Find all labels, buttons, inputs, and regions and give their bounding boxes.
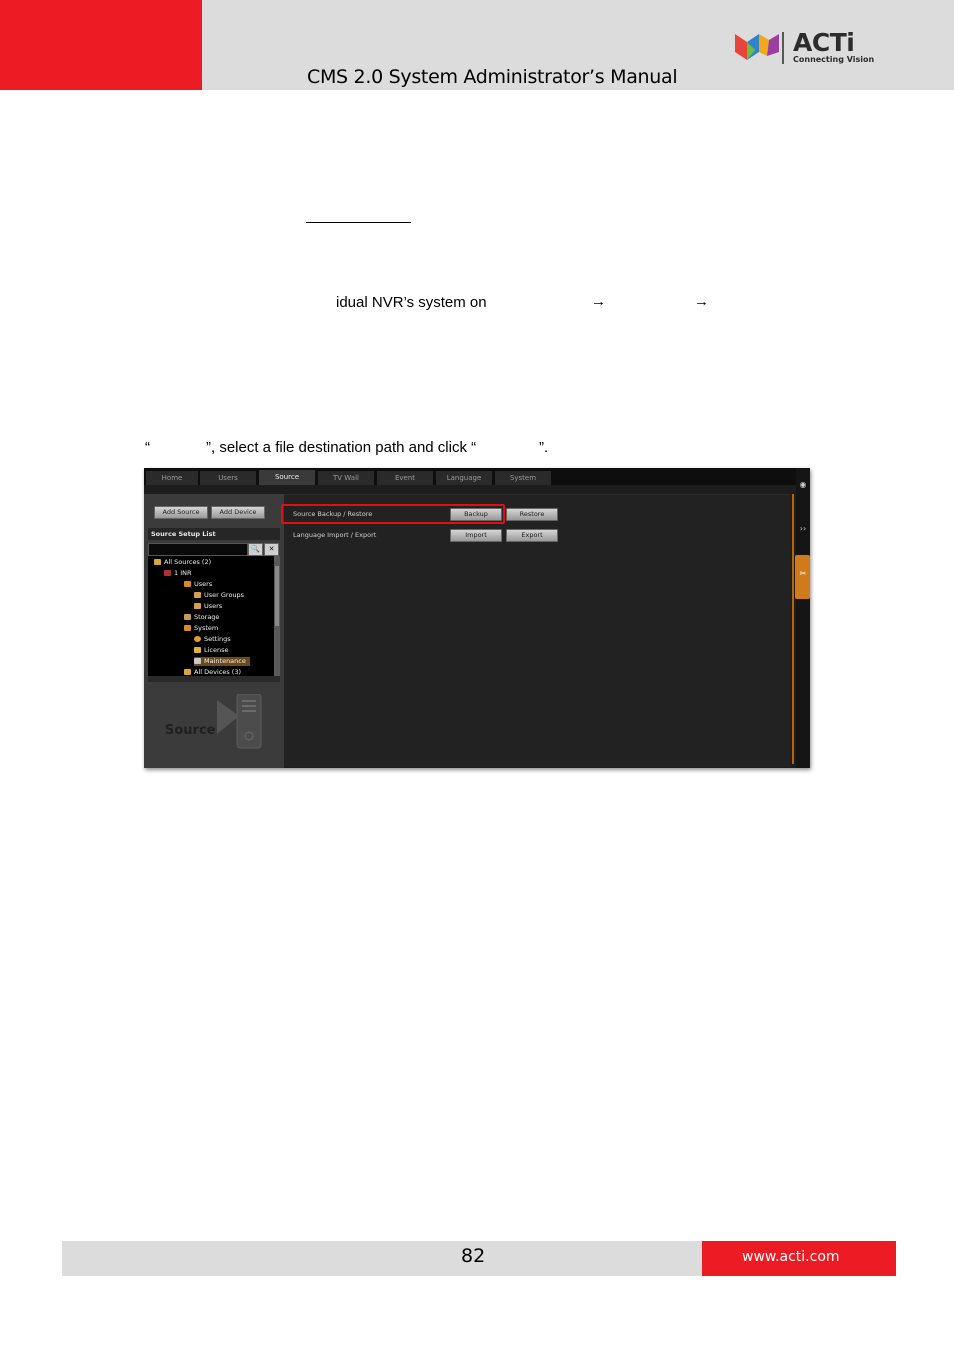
search-icon[interactable]: 🔍 <box>248 543 263 556</box>
tree-node-maintenance[interactable]: Maintenance <box>194 657 250 666</box>
tree-node-user-groups[interactable]: User Groups <box>194 591 244 600</box>
manual-title: CMS 2.0 System Administrator’s Manual <box>307 66 678 88</box>
cms-screenshot: Home Users Source TV Wall Event Language… <box>144 468 810 768</box>
tab-users[interactable]: Users <box>200 471 256 485</box>
tab-bar: Home Users Source TV Wall Event Language… <box>144 468 796 485</box>
source-tree: All Sources (2) 1 INR Users User Groups … <box>148 556 274 676</box>
source-setup-list-title: Source Setup List <box>148 528 280 540</box>
search-input[interactable] <box>148 543 248 556</box>
language-import-export-label: Language Import / Export <box>293 531 377 539</box>
arrow-right-icon: → <box>591 293 606 310</box>
restore-button[interactable]: Restore <box>506 508 558 521</box>
tree-node-nvr[interactable]: 1 INR <box>164 569 192 578</box>
backup-button[interactable]: Backup <box>450 508 502 521</box>
tab-language[interactable]: Language <box>436 471 492 485</box>
quote-close: ”. <box>539 439 549 456</box>
body-text-fragment: idual NVR’s system on <box>336 294 487 311</box>
header-red-block <box>0 0 202 90</box>
nvr-icon <box>164 570 171 576</box>
tab-event[interactable]: Event <box>377 471 433 485</box>
settings-icon <box>194 636 201 642</box>
backup-restore-label: Source Backup / Restore <box>293 510 373 518</box>
instruction-text: ”, select a file destination path and cl… <box>206 439 477 456</box>
underline-fragment <box>306 222 411 223</box>
user-icon <box>194 603 201 609</box>
source-graphic-icon <box>217 694 262 749</box>
source-watermark: Source <box>165 723 216 738</box>
right-rail <box>796 468 810 768</box>
main-pane: Source Backup / Restore Backup Restore L… <box>281 494 790 767</box>
add-device-button[interactable]: Add Device <box>211 506 265 519</box>
import-button[interactable]: Import <box>450 529 502 542</box>
tree-node-users[interactable]: Users <box>184 580 212 589</box>
footer-gray-band <box>62 1241 702 1276</box>
user-groups-icon <box>194 592 201 598</box>
tab-tv-wall[interactable]: TV Wall <box>318 471 374 485</box>
users-icon <box>184 581 191 587</box>
page-number: 82 <box>461 1245 486 1267</box>
tree-node-users-leaf[interactable]: Users <box>194 602 222 611</box>
tree-node-license[interactable]: License <box>194 646 229 655</box>
export-button[interactable]: Export <box>506 529 558 542</box>
website-url: www.acti.com <box>742 1249 840 1265</box>
tab-home[interactable]: Home <box>146 471 198 485</box>
storage-icon <box>184 614 191 620</box>
forward-icon[interactable]: ›› <box>796 524 810 533</box>
quote-open: “ <box>145 439 150 456</box>
tree-horizontal-scrollbar[interactable] <box>148 676 280 682</box>
tree-node-storage[interactable]: Storage <box>184 613 219 622</box>
clear-icon[interactable]: ✕ <box>264 543 279 556</box>
logo-wordmark: ACTi <box>793 28 855 57</box>
logo-tagline: Connecting Vision <box>793 55 875 64</box>
left-pane: Add Source Add Device Source Setup List … <box>144 494 284 768</box>
eye-icon[interactable]: ◉ <box>796 480 810 489</box>
system-icon <box>184 625 191 631</box>
license-icon <box>194 647 201 653</box>
tools-icon[interactable]: ✂ <box>796 569 810 578</box>
arrow-right-icon: → <box>694 293 709 310</box>
tree-node-all-sources[interactable]: All Sources (2) <box>154 558 211 567</box>
folder-icon <box>154 559 161 565</box>
add-source-button[interactable]: Add Source <box>154 506 208 519</box>
camera-icon <box>184 669 191 675</box>
tab-system[interactable]: System <box>495 471 551 485</box>
tree-node-system[interactable]: System <box>184 624 218 633</box>
tab-source[interactable]: Source <box>259 470 315 485</box>
panel-accent-line <box>792 494 794 764</box>
tree-scrollbar-thumb[interactable] <box>275 566 279 626</box>
tree-node-settings[interactable]: Settings <box>194 635 231 644</box>
maintenance-icon <box>194 658 201 664</box>
